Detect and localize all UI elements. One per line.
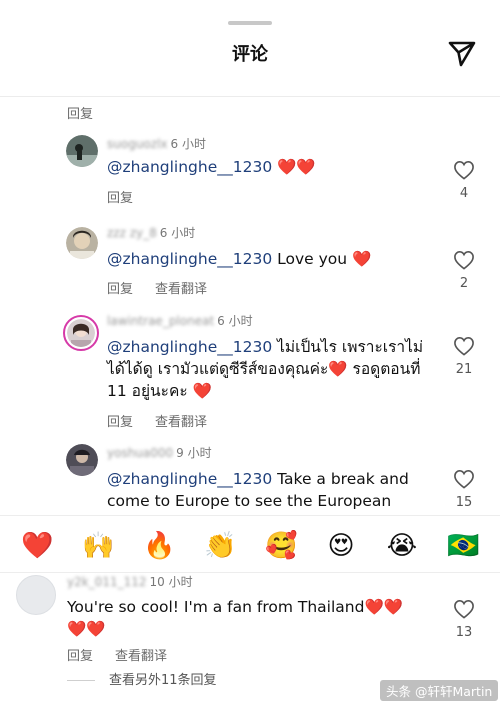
username[interactable]: suoguozlx [107, 137, 168, 151]
like-button[interactable]: 21 [452, 336, 476, 377]
heart-outline-icon [454, 469, 474, 489]
share-icon[interactable] [446, 38, 478, 70]
emoji-raised-hands-button[interactable]: 🙌 [82, 530, 114, 562]
comment-body: You're so cool! I'm a fan from Thailand❤… [67, 598, 404, 638]
username[interactable]: lawintrae_ploneat [107, 314, 214, 328]
mention-link[interactable]: @zhanglinghe__1230 [107, 470, 272, 488]
like-count: 13 [455, 625, 473, 640]
emoji-smiling-hearts-button[interactable]: 🥰 [265, 530, 297, 562]
reply-button[interactable]: 回复 [107, 191, 133, 206]
comment-meta: zzz zy_8 6 小时 [107, 224, 195, 241]
comment-meta: yoshua000 9 小时 [107, 444, 212, 461]
see-translation-button[interactable]: 查看翻译 [155, 282, 207, 297]
like-count: 2 [459, 276, 469, 291]
page-title: 评论 [232, 44, 268, 65]
like-count: 4 [459, 186, 469, 201]
comment-actions: 回复 查看翻译 [107, 278, 207, 297]
mention-link[interactable]: @zhanglinghe__1230 [107, 250, 272, 268]
view-more-label: 查看另外11条回复 [109, 673, 217, 688]
comment-actions: 回复 查看翻译 [107, 411, 207, 430]
heart-outline-icon [454, 250, 474, 270]
comment-meta: suoguozlx 6 小时 [107, 135, 206, 152]
comment-text: You're so cool! I'm a fan from Thailand❤… [67, 596, 417, 640]
view-more-replies-button[interactable]: 查看另外11条回复 [67, 669, 217, 688]
comment-text: @zhanglinghe__1230 ❤️❤️ [107, 156, 427, 178]
like-button[interactable]: 2 [452, 250, 476, 291]
drag-handle[interactable] [228, 21, 272, 25]
see-translation-button[interactable]: 查看翻译 [115, 649, 167, 664]
like-button[interactable]: 13 [452, 599, 476, 640]
avatar[interactable] [63, 315, 99, 351]
comment-text: @zhanglinghe__1230 ไม่เป็นไร เพราะเราไม่… [107, 336, 432, 402]
username[interactable]: zzz zy_8 [107, 226, 157, 240]
like-button[interactable]: 4 [452, 160, 476, 201]
reply-button[interactable]: 回复 [67, 103, 93, 122]
emoji-crying-button[interactable]: 😭 [386, 530, 418, 562]
timestamp: 10 小时 [149, 575, 193, 589]
comment-text: @zhanglinghe__1230 Take a break and come… [107, 468, 432, 515]
avatar[interactable] [66, 227, 98, 259]
emoji-brazil-flag-button[interactable]: 🇧🇷 [447, 530, 479, 562]
mention-link[interactable]: @zhanglinghe__1230 [107, 158, 272, 176]
avatar[interactable] [66, 444, 98, 476]
emoji-clapping-button[interactable]: 👏 [204, 530, 236, 562]
comment-actions: 回复 查看翻译 [67, 645, 167, 664]
like-count: 15 [455, 495, 473, 510]
avatar[interactable] [66, 135, 98, 167]
avatar[interactable] [16, 575, 56, 615]
like-button[interactable]: 15 [452, 469, 476, 510]
emoji-red-heart-button[interactable]: ❤️ [21, 530, 53, 562]
timestamp: 6 小时 [170, 137, 206, 151]
comment-text: @zhanglinghe__1230 Love you ❤️ [107, 248, 427, 270]
timestamp: 6 小时 [159, 226, 196, 240]
reply-button[interactable]: 回复 [107, 415, 133, 430]
emoji-reaction-bar: ❤️ 🙌 🔥 👏 🥰 😍 😭 🇧🇷 [0, 515, 500, 573]
mention-link[interactable]: @zhanglinghe__1230 [107, 338, 272, 356]
comment-actions: 回复 [107, 187, 133, 206]
reply-button[interactable]: 回复 [67, 649, 93, 664]
username[interactable]: y2k_011_112 [67, 575, 147, 589]
comment-item: yoshua000 9 小时 @zhanglinghe__1230 Take a … [0, 444, 500, 515]
username[interactable]: yoshua000 [107, 446, 173, 460]
timestamp: 9 小时 [176, 446, 212, 460]
comment-meta: y2k_011_112 10 小时 [67, 573, 193, 590]
heart-outline-icon [454, 599, 474, 619]
comment-meta: lawintrae_ploneat 6 小时 [107, 312, 253, 329]
emoji-fire-button[interactable]: 🔥 [143, 530, 175, 562]
timestamp: 6 小时 [217, 314, 253, 328]
divider [0, 96, 500, 97]
emoji-heart-eyes-button[interactable]: 😍 [325, 530, 357, 562]
reply-button[interactable]: 回复 [107, 282, 133, 297]
heart-outline-icon [454, 336, 474, 356]
watermark: 头条 @轩轩Martin [380, 680, 499, 701]
comment-body: ❤️❤️ [272, 158, 316, 176]
see-translation-button[interactable]: 查看翻译 [155, 415, 207, 430]
divider [67, 680, 95, 681]
like-count: 21 [455, 362, 473, 377]
heart-outline-icon [454, 160, 474, 180]
comment-body: Love you ❤️ [272, 250, 372, 268]
